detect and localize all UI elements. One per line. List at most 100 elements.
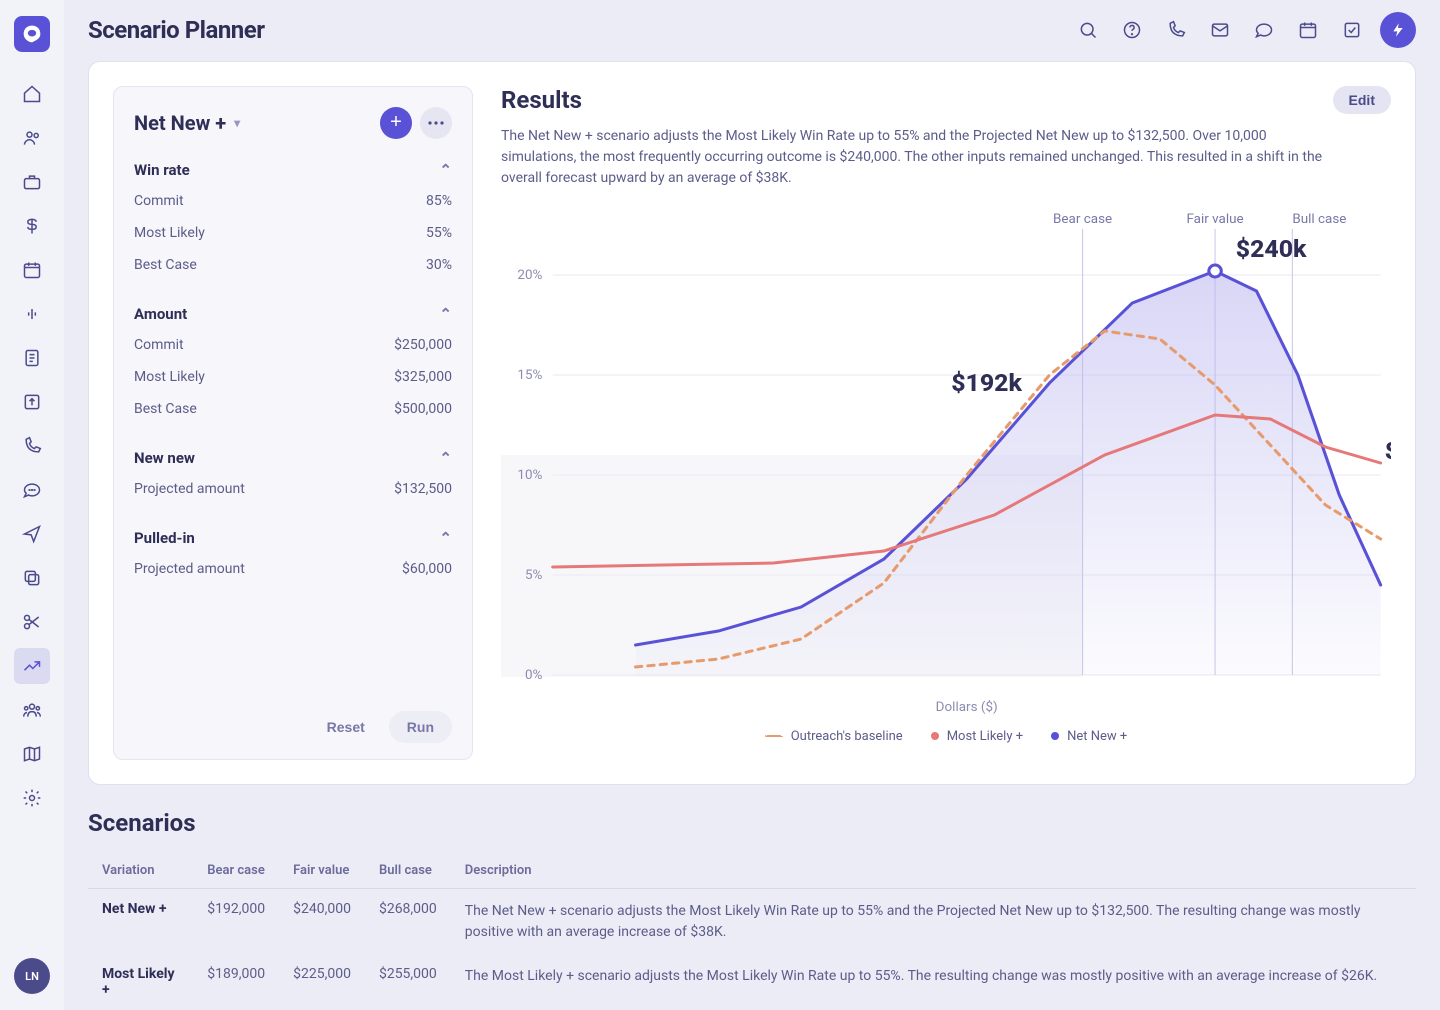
scenario-panel: Net New + ▾ + Win rate⌃Commit85%Most Lik… (113, 86, 473, 761)
section-toggle[interactable]: Amount ⌃ (134, 299, 452, 329)
page-title: Scenario Planner (88, 16, 265, 44)
search-icon[interactable] (1072, 14, 1104, 46)
section-row: Best Case $500,000 (134, 393, 452, 425)
mostlikely-swatch-icon (931, 732, 939, 740)
cell-description: The Net New + scenario adjusts the Most … (451, 889, 1416, 954)
app-logo[interactable] (14, 16, 50, 52)
schedule-icon[interactable] (1292, 14, 1324, 46)
nav-upload-icon[interactable] (14, 384, 50, 420)
table-header: Variation (88, 853, 193, 889)
table-header: Fair value (279, 853, 365, 889)
svg-text:$192k: $192k (951, 368, 1022, 396)
cell-description: The Most Likely + scenario adjusts the M… (451, 954, 1416, 1010)
scenarios-title: Scenarios (88, 809, 1416, 837)
row-value: 55% (426, 225, 452, 241)
bolt-icon[interactable] (1380, 12, 1416, 48)
content-card: Net New + ▾ + Win rate⌃Commit85%Most Lik… (88, 61, 1416, 786)
cell-variation: Most Likely + (88, 954, 193, 1010)
nav-map-icon[interactable] (14, 736, 50, 772)
nav-people-icon[interactable] (14, 120, 50, 156)
row-value: $250,000 (394, 337, 452, 353)
nav-settings-icon[interactable] (14, 780, 50, 816)
svg-text:Fair value: Fair value (1186, 212, 1243, 227)
row-value: 30% (426, 257, 452, 273)
section-row: Most Likely 55% (134, 217, 452, 249)
help-icon[interactable] (1116, 14, 1148, 46)
more-menu-button[interactable] (420, 107, 452, 139)
section-title: Pulled-in (134, 529, 195, 547)
nav-chat-icon[interactable] (14, 472, 50, 508)
user-avatar[interactable]: LN (14, 958, 50, 994)
baseline-swatch-icon (765, 735, 783, 737)
scenario-name: Net New + (134, 111, 226, 135)
nav-trend-icon[interactable] (14, 648, 50, 684)
legend-mostlikely: Most Likely + (947, 729, 1023, 744)
section-title: New new (134, 449, 195, 467)
row-value: $325,000 (394, 369, 452, 385)
nav-send-icon[interactable] (14, 516, 50, 552)
cell-fair: $240,000 (279, 889, 365, 954)
netnew-swatch-icon (1051, 732, 1059, 740)
table-row[interactable]: Net New + $192,000 $240,000 $268,000 The… (88, 889, 1416, 954)
reset-button[interactable]: Reset (315, 711, 377, 743)
nav-signal-icon[interactable] (14, 296, 50, 332)
section-row: Best Case 30% (134, 249, 452, 281)
svg-text:$268k: $268k (1385, 436, 1391, 464)
left-nav: LN (0, 0, 64, 1010)
section-row: Commit85% (134, 185, 452, 217)
legend-baseline: Outreach's baseline (791, 729, 903, 744)
mail-icon[interactable] (1204, 14, 1236, 46)
table-header: Description (451, 853, 1416, 889)
section-toggle[interactable]: New new ⌃ (134, 443, 452, 473)
row-label: Most Likely (134, 369, 205, 385)
cell-bull: $255,000 (365, 954, 451, 1010)
nav-scissors-icon[interactable] (14, 604, 50, 640)
topbar: Scenario Planner (64, 0, 1440, 61)
chevron-up-icon: ⌃ (439, 305, 452, 323)
legend-netnew: Net New + (1067, 729, 1127, 744)
svg-text:10%: 10% (517, 468, 542, 483)
nav-doc-icon[interactable] (14, 340, 50, 376)
section-toggle[interactable]: Pulled-in ⌃ (134, 523, 452, 553)
scenario-selector[interactable]: Net New + ▾ (134, 111, 240, 135)
edit-button[interactable]: Edit (1333, 86, 1391, 114)
row-value: $60,000 (402, 561, 452, 577)
row-label: Most Likely (134, 225, 205, 241)
scenarios-table: VariationBear caseFair valueBull caseDes… (88, 853, 1416, 1010)
row-value: 85% (426, 193, 452, 209)
cell-fair: $225,000 (279, 954, 365, 1010)
section-toggle[interactable]: Win rate⌃ (134, 155, 452, 185)
row-label: Best Case (134, 401, 197, 417)
results-pane: Results Edit The Net New + scenario adju… (501, 86, 1391, 761)
nav-copy-icon[interactable] (14, 560, 50, 596)
nav-calendar-icon[interactable] (14, 252, 50, 288)
panel-section: Pulled-in ⌃ Projected amount $60,000 (134, 523, 452, 585)
nav-dollar-icon[interactable] (14, 208, 50, 244)
nav-briefcase-icon[interactable] (14, 164, 50, 200)
table-row[interactable]: Most Likely + $189,000 $225,000 $255,000… (88, 954, 1416, 1010)
cell-variation: Net New + (88, 889, 193, 954)
results-chart: 0%5%10%15%20%Bear caseFair valueBull cas… (501, 205, 1391, 725)
row-label: Best Case (134, 257, 197, 273)
nav-home-icon[interactable] (14, 76, 50, 112)
svg-text:0%: 0% (525, 668, 543, 683)
scenarios-section: Scenarios VariationBear caseFair valueBu… (88, 809, 1416, 1010)
phone-icon[interactable] (1160, 14, 1192, 46)
nav-phone-icon[interactable] (14, 428, 50, 464)
row-label: Projected amount (134, 561, 245, 577)
nav-team-icon[interactable] (14, 692, 50, 728)
panel-section: Amount⌃Commit$250,000Most Likely$325,000… (134, 299, 452, 425)
row-value: $500,000 (394, 401, 452, 417)
task-icon[interactable] (1336, 14, 1368, 46)
chevron-up-icon: ⌃ (439, 449, 452, 467)
message-icon[interactable] (1248, 14, 1280, 46)
section-title: Amount (134, 305, 187, 323)
cell-bull: $268,000 (365, 889, 451, 954)
add-scenario-button[interactable]: + (380, 107, 412, 139)
svg-text:15%: 15% (517, 368, 542, 383)
results-description: The Net New + scenario adjusts the Most … (501, 126, 1341, 189)
run-button[interactable]: Run (389, 711, 452, 743)
results-title: Results (501, 86, 582, 114)
section-row: Projected amount $60,000 (134, 553, 452, 585)
chevron-up-icon: ⌃ (439, 529, 452, 547)
